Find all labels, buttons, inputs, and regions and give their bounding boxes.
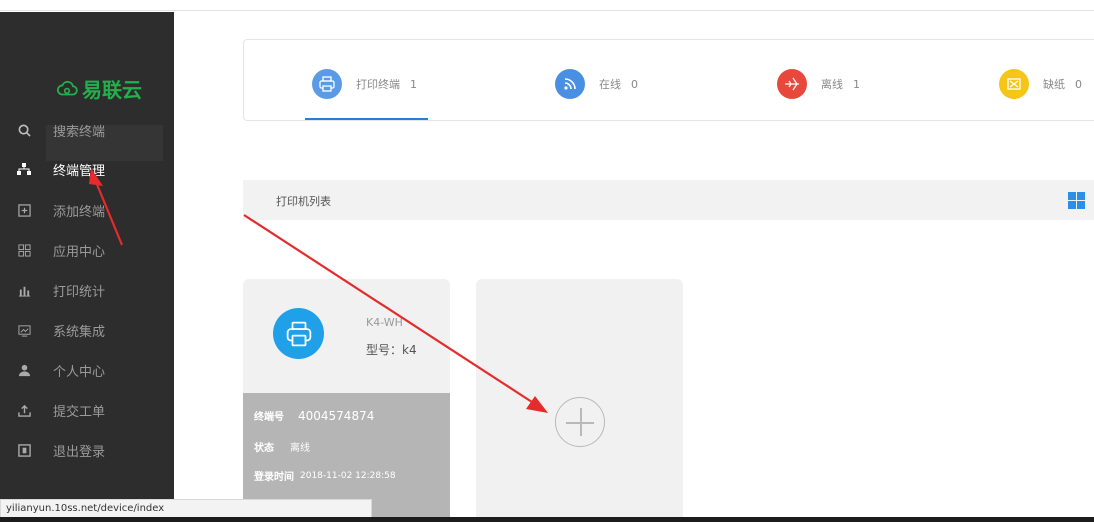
add-icon[interactable] bbox=[555, 397, 605, 447]
stat-offline[interactable]: 离线 1 bbox=[777, 69, 860, 99]
sidebar-search[interactable]: 搜索终端 bbox=[0, 110, 174, 150]
sidebar-item-print-stats[interactable]: 打印统计 bbox=[0, 270, 174, 310]
grid-view-icon[interactable] bbox=[1068, 192, 1085, 209]
login-time-value: 2018-11-02 12:28:58 bbox=[300, 470, 396, 481]
stat-value: 0 bbox=[631, 77, 638, 91]
printer-list-header: 打印机列表 bbox=[243, 180, 1094, 220]
stat-value: 1 bbox=[853, 77, 860, 91]
stat-online[interactable]: 在线 0 bbox=[555, 69, 638, 99]
active-tab-indicator bbox=[305, 118, 428, 120]
device-name: K4-WH bbox=[366, 316, 403, 329]
user-icon bbox=[16, 362, 32, 378]
login-time-label: 登录时间 bbox=[254, 472, 294, 483]
sidebar-item-logout[interactable]: 退出登录 bbox=[0, 430, 174, 470]
airplane-icon bbox=[777, 69, 807, 99]
sidebar-item-label: 添加终端 bbox=[53, 204, 106, 220]
logout-icon bbox=[16, 442, 32, 458]
device-model: 型号：k4 bbox=[366, 343, 417, 357]
printer-icon bbox=[312, 69, 342, 99]
stat-value: 1 bbox=[410, 77, 417, 91]
sidebar-item-add-device[interactable]: 添加终端 bbox=[0, 190, 174, 230]
sidebar-item-submit-ticket[interactable]: 提交工单 bbox=[0, 390, 174, 430]
top-border bbox=[0, 0, 1094, 11]
status-label: 状态 bbox=[254, 443, 274, 454]
stat-label: 打印终端 bbox=[356, 78, 400, 91]
sidebar-item-device-management[interactable]: 终端管理 bbox=[0, 149, 174, 189]
upload-icon bbox=[16, 402, 32, 418]
status-value: 离线 bbox=[290, 443, 310, 454]
stat-label: 在线 bbox=[599, 78, 621, 91]
terminal-row: 终端号 4004574874 bbox=[254, 408, 375, 424]
stat-value: 0 bbox=[1075, 77, 1082, 91]
sidebar-item-label: 退出登录 bbox=[53, 444, 106, 460]
sidebar-item-label: 应用中心 bbox=[53, 244, 106, 260]
add-box-icon bbox=[16, 202, 32, 218]
stat-label: 离线 bbox=[821, 78, 843, 91]
wifi-icon bbox=[555, 69, 585, 99]
logo-text: 易联云 bbox=[82, 78, 142, 102]
terminal-label: 终端号 bbox=[254, 412, 284, 423]
stat-out-of-paper[interactable]: 缺纸 0 bbox=[999, 69, 1082, 99]
sidebar-item-label: 终端管理 bbox=[53, 163, 106, 179]
bar-chart-icon bbox=[16, 282, 32, 298]
sidebar: 易联云 搜索终端 终端管理 添加终端 应用中心 打印统计 系统集成 个人中心 提… bbox=[0, 12, 174, 522]
integration-icon bbox=[16, 322, 32, 338]
sidebar-item-label: 个人中心 bbox=[53, 364, 106, 380]
sitemap-icon bbox=[16, 161, 32, 177]
taskbar bbox=[0, 517, 1094, 522]
stats-card: 打印终端 1 在线 0 离线 1 缺纸 0 bbox=[243, 39, 1094, 121]
printer-icon bbox=[273, 308, 324, 359]
sidebar-item-label: 打印统计 bbox=[53, 284, 106, 300]
search-icon bbox=[16, 122, 32, 138]
app-logo[interactable]: 易联云 bbox=[56, 74, 142, 103]
cloud-logo-icon bbox=[56, 80, 78, 95]
login-time-row: 登录时间 2018-11-02 12:28:58 bbox=[254, 468, 396, 484]
sidebar-item-personal-center[interactable]: 个人中心 bbox=[0, 350, 174, 390]
status-row: 状态 离线 bbox=[254, 439, 310, 454]
apps-grid-icon bbox=[16, 242, 32, 258]
sidebar-item-label: 提交工单 bbox=[53, 404, 106, 420]
stat-label: 缺纸 bbox=[1043, 78, 1065, 91]
sidebar-item-integration[interactable]: 系统集成 bbox=[0, 310, 174, 350]
add-device-card[interactable] bbox=[476, 279, 683, 522]
browser-status-url: yilianyun.10ss.net/device/index bbox=[0, 499, 372, 518]
sidebar-item-label: 系统集成 bbox=[53, 324, 106, 340]
terminal-value: 4004574874 bbox=[298, 408, 375, 423]
paper-missing-icon bbox=[999, 69, 1029, 99]
search-placeholder: 搜索终端 bbox=[53, 124, 106, 140]
device-card[interactable]: K4-WH 型号：k4 终端号 4004574874 状态 离线 登录时间 20… bbox=[243, 279, 450, 522]
sidebar-item-app-center[interactable]: 应用中心 bbox=[0, 230, 174, 270]
printer-list-title: 打印机列表 bbox=[276, 195, 331, 208]
stat-printers[interactable]: 打印终端 1 bbox=[312, 69, 417, 99]
